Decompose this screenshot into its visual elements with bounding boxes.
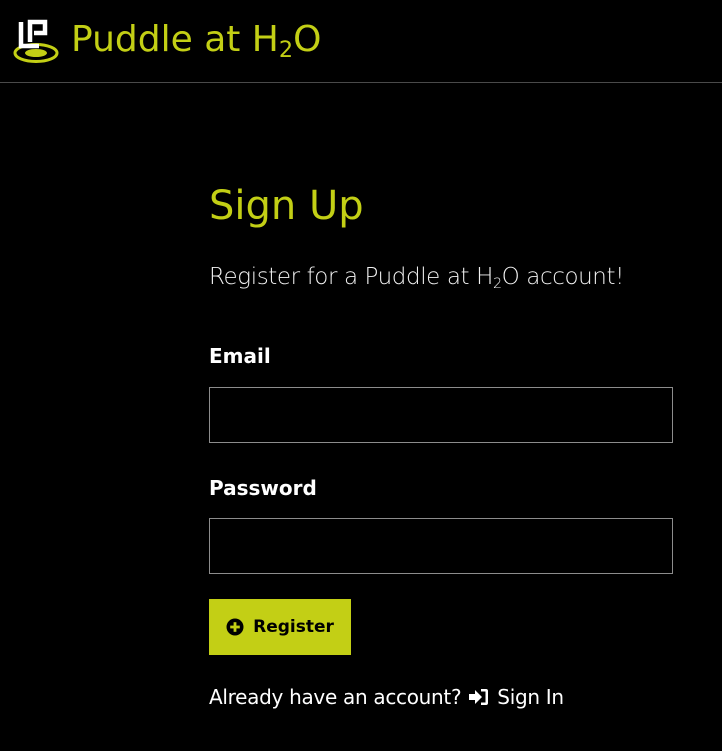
register-button-label: Register — [253, 617, 334, 637]
brand-name: Puddle at H2O — [71, 19, 322, 64]
password-field[interactable] — [209, 518, 673, 574]
register-button[interactable]: Register — [209, 599, 351, 655]
puddle-logo-icon — [13, 19, 59, 63]
signup-form-container: Sign Up Register for a Puddle at H2O acc… — [209, 170, 709, 709]
email-label: Email — [209, 344, 271, 368]
password-label: Password — [209, 476, 317, 500]
page-title: Sign Up — [209, 183, 364, 229]
top-navbar: Puddle at H2O — [0, 0, 722, 83]
plus-circle-icon — [226, 618, 244, 636]
page: Puddle at H2O Sign Up Register for a Pud… — [0, 0, 722, 751]
sign-in-icon — [469, 689, 489, 705]
sign-in-link-label: Sign In — [497, 685, 564, 709]
email-field[interactable] — [209, 387, 673, 443]
brand-link[interactable]: Puddle at H2O — [12, 16, 321, 64]
page-subtitle: Register for a Puddle at H2O account! — [209, 264, 624, 292]
signin-prompt: Already have an account? Sign In — [209, 679, 564, 715]
already-have-account-text: Already have an account? — [209, 685, 462, 709]
sign-in-link[interactable]: Sign In — [468, 679, 564, 715]
